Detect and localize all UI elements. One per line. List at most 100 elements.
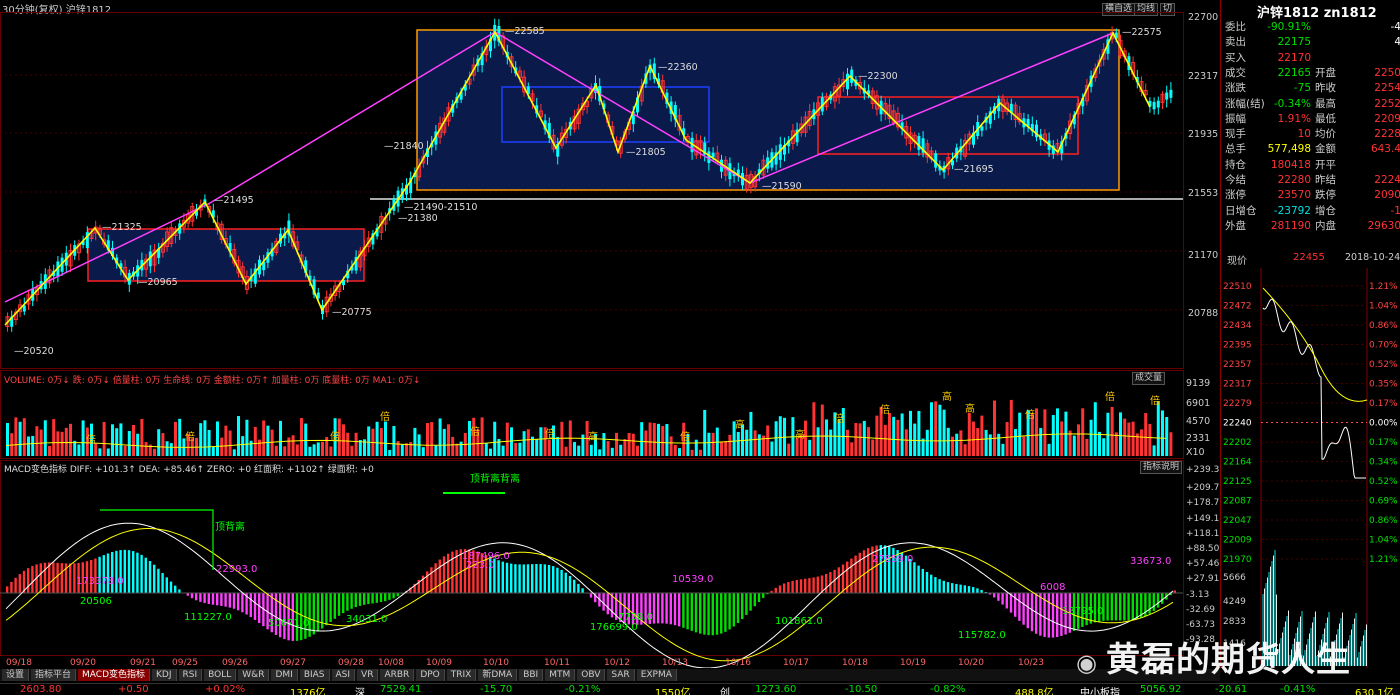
tab-17[interactable]: OBV <box>577 669 606 681</box>
volume-bar <box>930 402 933 456</box>
intraday-price-tick: 21970 <box>1223 555 1252 565</box>
macd-annotation: 顶背离 <box>215 520 245 533</box>
volume-bar <box>581 434 585 456</box>
sz-amount: 1550亿 <box>655 688 691 695</box>
volume-bar <box>720 442 723 456</box>
macd-tick: +88.50 <box>1186 544 1220 554</box>
volume-bar <box>451 436 455 456</box>
volume-bar <box>623 439 627 456</box>
macd-bar <box>518 564 521 593</box>
tab-16[interactable]: MTM <box>545 669 576 681</box>
macd-bar <box>249 593 252 618</box>
macd-bar <box>169 581 173 593</box>
tab-13[interactable]: TRIX <box>446 669 477 681</box>
price-label: —22585 <box>505 26 545 37</box>
quote-panel: 沪锌1812 zn1812 委比 -90.91% -4 卖出 22175 4 买入 … <box>1220 0 1400 668</box>
date-tick: 10/19 <box>900 658 926 668</box>
intraday-pct-tick: 0.86% <box>1369 321 1398 331</box>
volume-bar <box>728 434 732 456</box>
volume-bar <box>526 429 530 456</box>
intraday-chart[interactable]: 22510 1.21% 22472 1.04% 22434 0.86% 22395 0.70%… <box>1221 268 1400 668</box>
candle-body <box>1169 89 1173 98</box>
macd-bar <box>690 593 693 631</box>
volume-bar <box>346 432 350 456</box>
quote-label2: 昨结 <box>1315 174 1336 186</box>
macd-annotation: 20506 <box>80 596 112 607</box>
quote-value: 23570 <box>1277 189 1311 202</box>
tab-9[interactable]: ASI <box>331 669 356 681</box>
macd-bar <box>850 558 853 593</box>
tab-11[interactable]: ARBR <box>380 669 415 681</box>
volume-bar <box>1169 432 1173 456</box>
volume-bar <box>489 448 492 456</box>
tab-5[interactable]: BOLL <box>204 669 237 681</box>
indicator-help-button[interactable]: 指标说明 <box>1140 461 1183 474</box>
volume-legend: VOLUME: 0万↓ 跌: 0万↓ 倍量柱: 0万 生命线: 0万 金额柱: … <box>4 376 421 386</box>
tab-14[interactable]: 新DMA <box>478 669 518 681</box>
price-label: —21325 <box>102 222 142 233</box>
tab-7[interactable]: DMI <box>271 669 298 681</box>
macd-bar <box>715 593 719 635</box>
volume-marker: 倍 <box>1025 408 1035 421</box>
price-label: —22360 <box>658 62 698 73</box>
volume-bar <box>421 447 425 456</box>
macd-bar <box>333 593 336 619</box>
volume-bar <box>871 439 875 456</box>
kline-chart[interactable]: —22585 —22575 —22360 —22300 —21840 —21805 —215… <box>0 0 1220 668</box>
tab-3[interactable]: KDJ <box>152 669 177 681</box>
macd-bar <box>703 593 706 635</box>
volume-bar <box>136 433 140 456</box>
price-label: —21695 <box>954 164 994 175</box>
volume-bar <box>619 444 623 456</box>
tab-1[interactable]: 指标平台 <box>31 669 77 681</box>
sh-change: +0.50 <box>118 684 149 695</box>
tab-4[interactable]: RSI <box>178 669 203 681</box>
volume-bar <box>455 443 459 456</box>
tab-10[interactable]: VR <box>357 669 379 681</box>
price-tick: 20788 <box>1188 308 1218 319</box>
volume-bar <box>321 441 324 456</box>
volume-bar <box>598 449 602 456</box>
macd-bar <box>951 583 954 593</box>
sz-change: -15.70 <box>480 684 513 695</box>
macd-bar <box>795 579 798 593</box>
tab-6[interactable]: W&R <box>238 669 270 681</box>
intraday-pct-tick: 1.04% <box>1369 302 1398 312</box>
volume-bar <box>1056 408 1059 456</box>
volume-bar <box>514 442 518 456</box>
intraday-price-tick: 22240 <box>1223 419 1252 429</box>
volume-bar <box>316 442 320 456</box>
volume-bar <box>648 422 652 456</box>
tab-15[interactable]: BBI <box>519 669 544 681</box>
volume-bar <box>694 439 698 456</box>
macd-bar <box>804 578 807 593</box>
volume-bar <box>1131 421 1135 456</box>
volume-bar <box>258 439 261 456</box>
intraday-pct-tick: 0.17% <box>1369 399 1398 409</box>
macd-bar <box>959 584 962 593</box>
tab-2[interactable]: MACD变色指标 <box>78 669 151 681</box>
tab-8[interactable]: BIAS <box>299 669 330 681</box>
intraday-pct-tick: 0.52% <box>1369 360 1398 370</box>
volume-bar <box>447 424 450 456</box>
volume-bar <box>115 428 119 456</box>
volume-bar <box>573 442 576 456</box>
macd-bar <box>56 562 59 593</box>
volume-button[interactable]: 成交量 <box>1132 372 1166 385</box>
volume-marker: 倍 <box>86 433 96 446</box>
intraday-pct-tick: 0.52% <box>1369 477 1398 487</box>
macd-bar <box>543 564 546 593</box>
macd-bar <box>665 593 668 624</box>
tab-19[interactable]: EXPMA <box>636 669 677 681</box>
macd-bar <box>228 593 231 608</box>
date-axis: 09/18 09/20 09/21 09/25 09/26 09/27 09/28 10/08… <box>6 658 1044 668</box>
tab-18[interactable]: SAR <box>607 669 635 681</box>
macd-tick: +239.3 <box>1186 465 1219 475</box>
macd-bar <box>1123 593 1126 621</box>
volume-bar <box>883 424 887 456</box>
quote-label2: 昨收 <box>1315 82 1336 95</box>
macd-bar <box>102 555 105 593</box>
tab-12[interactable]: DPO <box>416 669 445 681</box>
candle-body <box>846 73 849 90</box>
tab-0[interactable]: 设置 <box>2 669 30 681</box>
